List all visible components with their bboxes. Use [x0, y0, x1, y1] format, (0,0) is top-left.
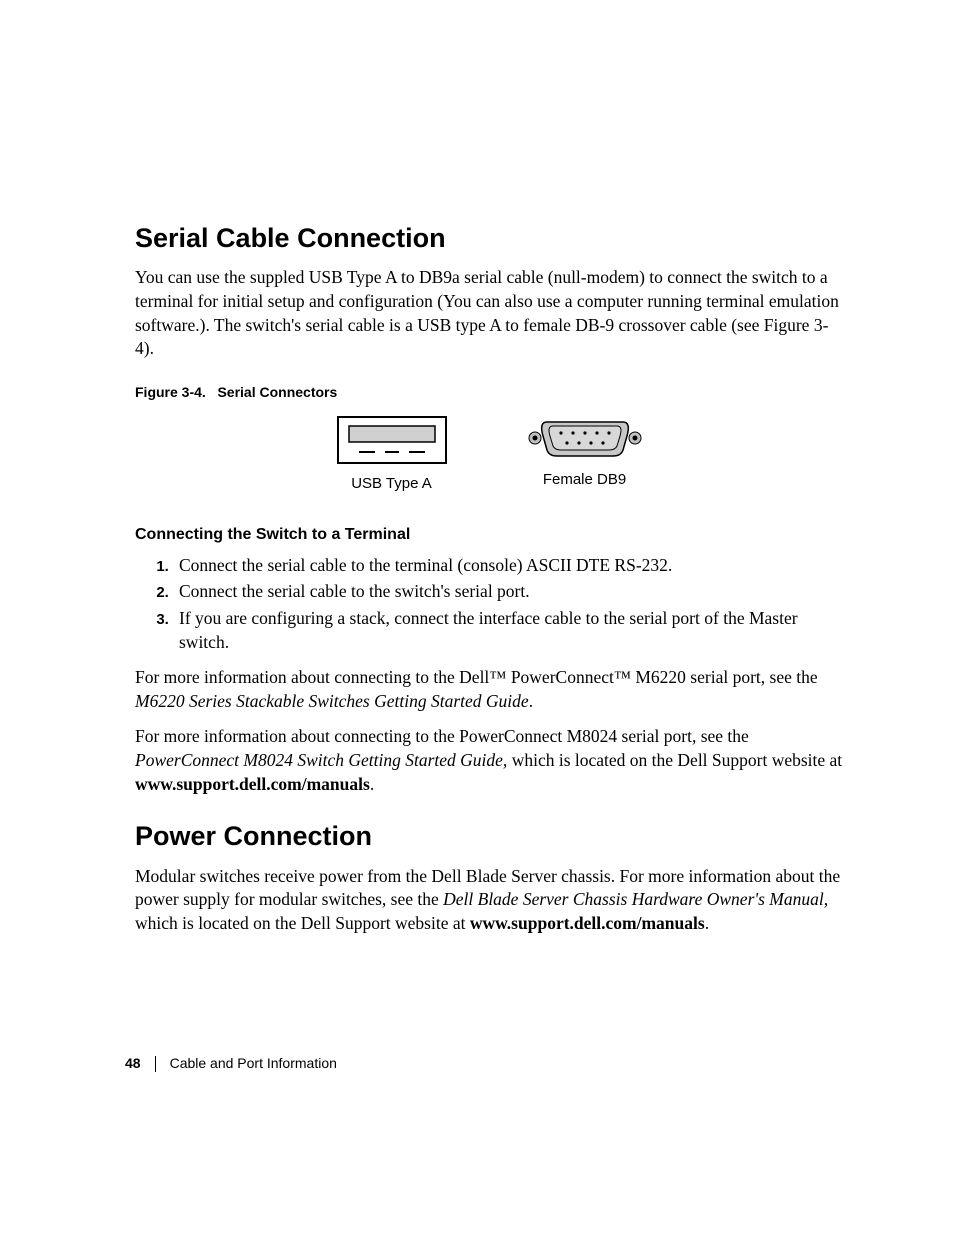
moreinfo2-bold: www.support.dell.com/manuals	[135, 774, 370, 794]
figure-caption: Figure 3-4. Serial Connectors	[135, 383, 844, 402]
step-1: Connect the serial cable to the terminal…	[173, 554, 844, 578]
moreinfo1-post: .	[529, 691, 533, 711]
connector-db9: Female DB9	[527, 416, 643, 494]
section2-mid: which is located on the Dell Support web…	[135, 913, 470, 933]
usb-type-a-icon	[337, 416, 447, 464]
section2-body: Modular switches receive power from the …	[135, 865, 844, 936]
chapter-title: Cable and Port Information	[170, 1054, 337, 1073]
section2-post: .	[705, 913, 709, 933]
section2-italic: Dell Blade Server Chassis Hardware Owner…	[443, 889, 828, 909]
figure-label: Figure 3-4.	[135, 384, 206, 400]
moreinfo1-italic: M6220 Series Stackable Switches Getting …	[135, 691, 529, 711]
figure-body: USB Type A Female DB9	[135, 416, 844, 494]
moreinfo2-post: .	[370, 774, 374, 794]
section-title-serial: Serial Cable Connection	[135, 220, 844, 256]
page-number: 48	[125, 1054, 141, 1073]
section2-bold: www.support.dell.com/manuals	[470, 913, 705, 933]
connector-usb-a: USB Type A	[337, 416, 447, 494]
procedure-steps: Connect the serial cable to the terminal…	[135, 554, 844, 655]
figure-caption-text: Serial Connectors	[217, 384, 337, 400]
step-3: If you are configuring a stack, connect …	[173, 607, 844, 654]
moreinfo-1: For more information about connecting to…	[135, 666, 844, 713]
step-2: Connect the serial cable to the switch's…	[173, 580, 844, 604]
female-db9-icon	[527, 416, 643, 460]
moreinfo2-italic: PowerConnect M8024 Switch Getting Starte…	[135, 750, 507, 770]
footer-separator	[155, 1056, 156, 1072]
section-title-power: Power Connection	[135, 818, 844, 854]
moreinfo1-pre: For more information about connecting to…	[135, 667, 818, 687]
section1-intro: You can use the suppled USB Type A to DB…	[135, 266, 844, 361]
page-footer: 48 Cable and Port Information	[125, 1054, 337, 1073]
connector-db9-label: Female DB9	[543, 470, 626, 490]
moreinfo2-mid: which is located on the Dell Support web…	[507, 750, 842, 770]
procedure-heading: Connecting the Switch to a Terminal	[135, 524, 844, 546]
connector-usb-a-label: USB Type A	[351, 474, 432, 494]
moreinfo2-pre: For more information about connecting to…	[135, 726, 749, 746]
moreinfo-2: For more information about connecting to…	[135, 725, 844, 796]
